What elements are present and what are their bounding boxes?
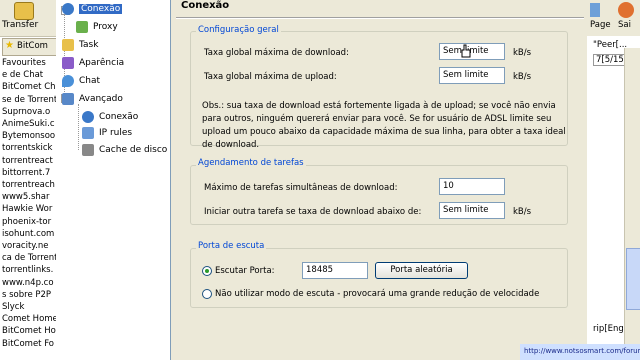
page-toolbar-button[interactable]: Page bbox=[590, 20, 611, 30]
favourite-list-item[interactable]: se de Torrent bbox=[2, 95, 56, 105]
max-upload-field[interactable]: Sem limite bbox=[439, 67, 505, 84]
max-download-unit: kB/s bbox=[513, 48, 532, 58]
url-watermark: http://www.notsosmart.com/forum/jigsaw?i… bbox=[520, 344, 640, 360]
tree-item-label: Proxy bbox=[93, 22, 118, 32]
tree-item-label: Aparência bbox=[79, 58, 125, 68]
max-upload-unit: kB/s bbox=[513, 72, 532, 82]
favourite-list-item[interactable]: ca de Torrent bbox=[2, 253, 56, 263]
advanced-icon bbox=[62, 93, 74, 105]
max-tasks-field[interactable]: 10 bbox=[439, 178, 505, 195]
globe-icon bbox=[62, 3, 74, 15]
max-upload-label: Taxa global máxima de upload: bbox=[204, 72, 337, 82]
general-settings-title: Configuração geral bbox=[196, 25, 281, 35]
transfer-label: Transfer bbox=[2, 20, 39, 30]
tree-item-proxy[interactable]: Proxy bbox=[76, 20, 118, 34]
title-divider bbox=[176, 17, 584, 19]
exit-icon bbox=[618, 2, 634, 18]
tree-item-label: Task bbox=[79, 40, 99, 50]
listen-port-label: Escutar Porta: bbox=[215, 266, 275, 276]
favourite-list-item[interactable]: Suprnova.o bbox=[2, 107, 50, 117]
port-title: Porta de escuta bbox=[196, 241, 267, 251]
page-title: Conexão bbox=[181, 0, 230, 11]
favourite-list-item[interactable]: torrentreact bbox=[2, 156, 53, 166]
favourite-list-item[interactable]: Slyck bbox=[2, 302, 24, 312]
transfer-icon bbox=[14, 2, 34, 20]
no-listen-label: Não utilizar modo de escuta - provocará … bbox=[215, 289, 540, 299]
folder-icon bbox=[62, 39, 74, 51]
tree-item-label: Cache de disco bbox=[99, 145, 168, 155]
max-download-field[interactable]: Sem limite bbox=[439, 43, 505, 60]
favourite-list-item[interactable]: voracity.ne bbox=[2, 241, 48, 251]
favourite-list-item[interactable]: Favourites bbox=[2, 58, 46, 68]
page-icon bbox=[590, 3, 600, 17]
no-listen-radio[interactable] bbox=[202, 289, 212, 299]
tree-line bbox=[78, 104, 79, 150]
favourite-list-item[interactable]: phoenix-tor bbox=[2, 217, 51, 227]
transfer-toolbar-button[interactable]: Transfer bbox=[0, 0, 54, 36]
favourite-list-item[interactable]: Bytemonsoo bbox=[2, 131, 55, 141]
tree-item-label: Chat bbox=[79, 76, 101, 86]
star-icon: ★ bbox=[5, 40, 14, 51]
favourite-list-item[interactable]: BitComet Fo bbox=[2, 339, 54, 349]
tree-item-aparencia[interactable]: Aparência bbox=[62, 56, 124, 70]
favourite-list-item[interactable]: www.n4p.co bbox=[2, 278, 54, 288]
obs-note: Obs.: sua taxa de download está fortemen… bbox=[202, 101, 566, 150]
right-scrollbar[interactable] bbox=[624, 48, 640, 360]
proxy-icon bbox=[76, 21, 88, 33]
disk-icon bbox=[82, 144, 94, 156]
favourite-list-item[interactable]: e de Chat bbox=[2, 70, 43, 80]
ip-rules-icon bbox=[82, 127, 94, 139]
bitcomet-tab-label: BitCom bbox=[17, 41, 48, 51]
start-task-label: Iniciar outra tarefa se taxa de download… bbox=[204, 207, 422, 217]
tree-item-avancado[interactable]: Avançado bbox=[62, 92, 123, 106]
hand-cursor-icon bbox=[461, 44, 471, 58]
favourite-list-item[interactable]: BitComet Ch bbox=[2, 82, 56, 92]
favourite-list-item[interactable]: torrentskick bbox=[2, 143, 52, 153]
tree-item-conexao-avancada[interactable]: Conexão bbox=[82, 110, 138, 124]
favourite-list-item[interactable]: Comet Homef bbox=[2, 314, 56, 324]
exit-toolbar-button[interactable]: Sai bbox=[618, 20, 631, 30]
favourite-list-item[interactable]: isohunt.com bbox=[2, 229, 54, 239]
right-toolbar: Page Sai bbox=[590, 0, 640, 36]
favourite-list-item[interactable]: bittorrent.7 bbox=[2, 168, 50, 178]
right-list-text-1: "Peer[... bbox=[593, 40, 628, 50]
start-task-unit: kB/s bbox=[513, 207, 532, 217]
tree-item-cache-de-disco[interactable]: Cache de disco bbox=[82, 143, 167, 157]
tree-item-label: Conexão bbox=[99, 112, 139, 122]
network-icon bbox=[82, 111, 94, 123]
tree-item-label: Conexão bbox=[79, 4, 123, 14]
tree-item-conexao[interactable]: Conexão bbox=[62, 2, 123, 16]
options-tree: − − Conexão Proxy Task Aparência Chat Av… bbox=[56, 0, 171, 360]
tree-item-chat[interactable]: Chat bbox=[62, 74, 100, 88]
favourite-list-item[interactable]: AnimeSuki.c bbox=[2, 119, 55, 129]
favourite-list-item[interactable]: Hawkie Wor bbox=[2, 204, 52, 214]
favourites-list: Favourites e de Chat BitComet Ch se de Torr… bbox=[0, 38, 57, 360]
tree-item-ip-rules[interactable]: IP rules bbox=[82, 126, 132, 140]
tree-item-task[interactable]: Task bbox=[62, 38, 98, 52]
appearance-icon bbox=[62, 57, 74, 69]
tree-item-label: IP rules bbox=[99, 128, 133, 138]
favourite-list-item[interactable]: s sobre P2P bbox=[2, 290, 51, 300]
favourite-list-item[interactable]: torrentreach bbox=[2, 180, 55, 190]
random-port-button[interactable]: Porta aleatória bbox=[375, 262, 468, 279]
listen-port-radio[interactable] bbox=[202, 266, 212, 276]
scrollbar-thumb[interactable] bbox=[626, 248, 640, 310]
bitcomet-tab[interactable]: ★ BitCom bbox=[2, 38, 58, 56]
start-task-field[interactable]: Sem limite bbox=[439, 202, 505, 219]
max-tasks-label: Máximo de tarefas simultâneas de downloa… bbox=[204, 183, 398, 193]
tree-item-label: Avançado bbox=[79, 94, 123, 104]
favourite-list-item[interactable]: www5.shar bbox=[2, 192, 50, 202]
port-field[interactable]: 18485 bbox=[302, 262, 368, 279]
favourite-list-item[interactable]: torrentlinks. bbox=[2, 265, 53, 275]
max-download-label: Taxa global máxima de download: bbox=[204, 48, 349, 58]
schedule-title: Agendamento de tarefas bbox=[196, 158, 306, 168]
favourite-list-item[interactable]: BitComet Ho bbox=[2, 326, 56, 336]
chat-icon bbox=[62, 75, 74, 87]
